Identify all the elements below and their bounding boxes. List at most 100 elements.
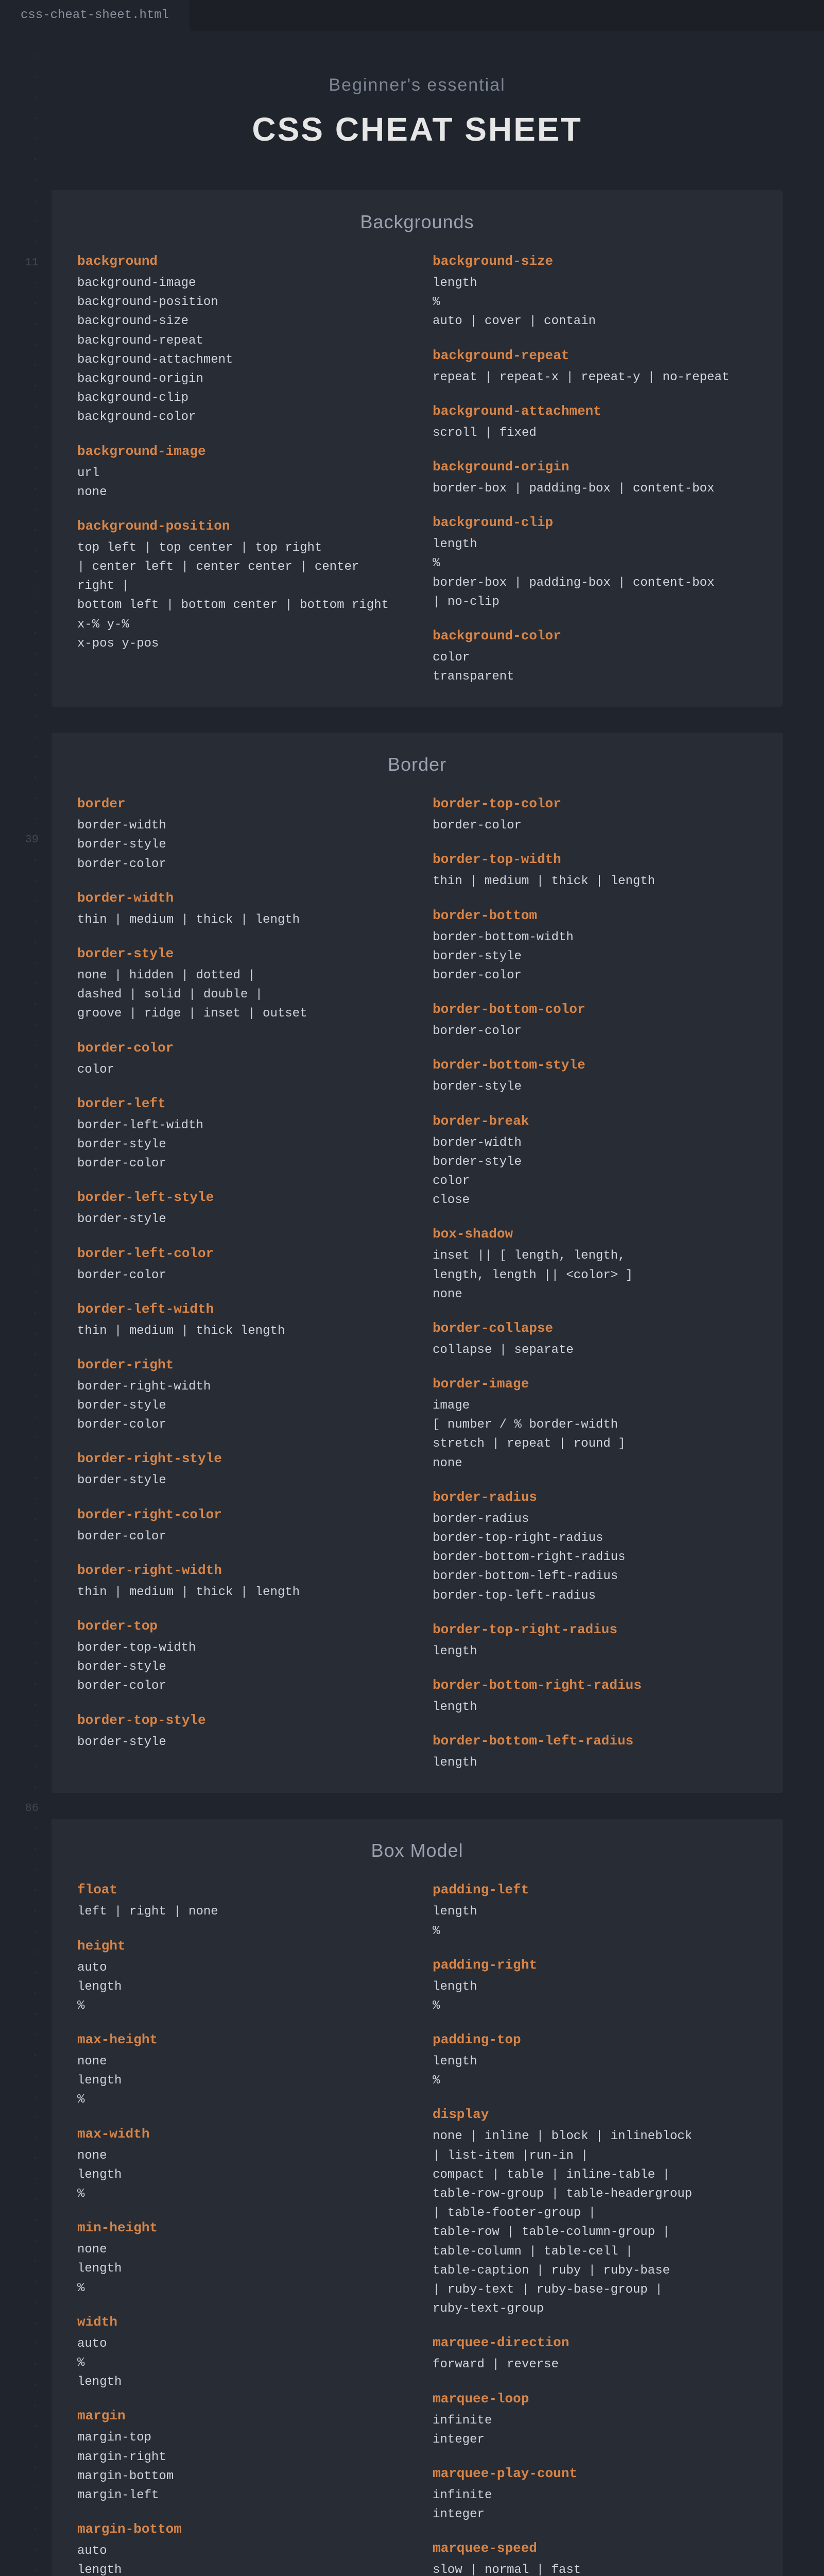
css-value: url [77, 464, 402, 483]
line-number: · [0, 1200, 39, 1221]
css-value: inset || [ length, length, [433, 1246, 757, 1265]
column: padding-leftlength%padding-rightlength%p… [433, 1880, 757, 2576]
line-number: · [0, 2272, 39, 2293]
css-value: % [433, 2071, 757, 2090]
css-value: border-style [77, 1733, 402, 1752]
line-number: · [0, 520, 39, 541]
line-number: · [0, 1571, 39, 1592]
line-number: · [0, 2354, 39, 2375]
css-value: left | right | none [77, 1902, 402, 1921]
css-value: margin-top [77, 2428, 402, 2447]
section: Box Modelfloatleft | right | noneheighta… [52, 1819, 783, 2576]
css-value: length [77, 2259, 402, 2278]
css-value: background-color [77, 408, 402, 427]
column: background-sizelength%auto | cover | con… [433, 251, 757, 686]
line-number: · [0, 1757, 39, 1777]
css-value: border-box | padding-box | content-box [433, 573, 757, 592]
line-number: · [0, 273, 39, 294]
line-number: · [0, 211, 39, 232]
line-number: · [0, 1901, 39, 1922]
css-value: bottom left | bottom center | bottom rig… [77, 596, 402, 615]
line-number: · [0, 149, 39, 170]
line-number: · [0, 1406, 39, 1427]
line-number: · [0, 88, 39, 108]
css-property: height [77, 1936, 402, 1956]
css-value: dashed | solid | double | [77, 985, 402, 1004]
line-number: · [0, 562, 39, 582]
line-number: · [0, 2169, 39, 2190]
line-number: · [0, 2499, 39, 2519]
css-property: background-color [433, 626, 757, 646]
line-number: · [0, 2066, 39, 2087]
css-value: border-left-width [77, 1116, 402, 1135]
css-value: | no-clip [433, 592, 757, 612]
css-value: border-style [77, 1396, 402, 1415]
css-value: margin-right [77, 2448, 402, 2467]
css-value: | ruby-text | ruby-base-group | [433, 2280, 757, 2299]
css-property: width [77, 2312, 402, 2332]
css-property: border-top-right-radius [433, 1620, 757, 1640]
page: ··········11···························3… [0, 31, 824, 2576]
line-number: · [0, 1510, 39, 1530]
line-number: · [0, 2025, 39, 2045]
css-value: border-color [77, 855, 402, 874]
css-property: border-break [433, 1111, 757, 1131]
css-value: border-color [433, 1022, 757, 1041]
css-value: border-width [77, 816, 402, 835]
line-number: · [0, 417, 39, 438]
css-value: border-top-left-radius [433, 1586, 757, 1605]
css-value: border-color [77, 1266, 402, 1285]
css-value: border-radius [433, 1510, 757, 1529]
css-property: marquee-loop [433, 2389, 757, 2409]
css-value: border-color [77, 1415, 402, 1434]
css-value: border-right-width [77, 1377, 402, 1396]
css-value: auto | cover | contain [433, 312, 757, 331]
css-value: [ number / % border-width [433, 1415, 757, 1434]
css-value: thin | medium | thick length [77, 1321, 402, 1341]
line-number: · [0, 1674, 39, 1695]
line-number: · [0, 706, 39, 726]
css-value: length [433, 2052, 757, 2071]
css-property: background-origin [433, 457, 757, 477]
line-number: · [0, 1613, 39, 1633]
line-number: · [0, 1118, 39, 1139]
css-value: % [77, 2353, 402, 2372]
css-value: none [77, 2240, 402, 2259]
css-property: border-top-style [77, 1710, 402, 1731]
css-property: border-bottom-style [433, 1055, 757, 1075]
css-property: margin-bottom [77, 2519, 402, 2539]
css-property: border-left-width [77, 1299, 402, 1319]
css-value: auto [77, 2334, 402, 2353]
line-number: · [0, 1819, 39, 1839]
css-property: background-repeat [433, 346, 757, 366]
line-number: · [0, 397, 39, 417]
line-number: · [0, 1077, 39, 1097]
css-value: table-caption | ruby | ruby-base [433, 2261, 757, 2280]
file-tab[interactable]: css-cheat-sheet.html [0, 0, 190, 31]
css-property: border-right-width [77, 1561, 402, 1581]
css-value: border-color [77, 1154, 402, 1173]
css-value: border-top-right-radius [433, 1529, 757, 1548]
css-value: % [77, 2184, 402, 2204]
css-property: float [77, 1880, 402, 1900]
css-value: length [77, 1977, 402, 1996]
line-number: · [0, 933, 39, 953]
css-value: groove | ridge | inset | outset [77, 1004, 402, 1023]
line-number: · [0, 809, 39, 829]
css-property: min-height [77, 2218, 402, 2238]
css-value: length [433, 1698, 757, 1717]
css-value: border-bottom-left-radius [433, 1567, 757, 1586]
line-number: · [0, 1283, 39, 1303]
line-number: · [0, 2210, 39, 2231]
line-number: · [0, 2313, 39, 2334]
css-value: length, length || <color> ] [433, 1266, 757, 1285]
css-value: margin-bottom [77, 2467, 402, 2486]
css-property: border-right [77, 1355, 402, 1375]
css-value: border-style [77, 1135, 402, 1154]
css-value: border-style [433, 1153, 757, 1172]
line-number: · [0, 871, 39, 891]
css-value: border-style [433, 1077, 757, 1096]
line-number: · [0, 2458, 39, 2478]
css-property: border [77, 794, 402, 814]
line-number: · [0, 1097, 39, 1118]
